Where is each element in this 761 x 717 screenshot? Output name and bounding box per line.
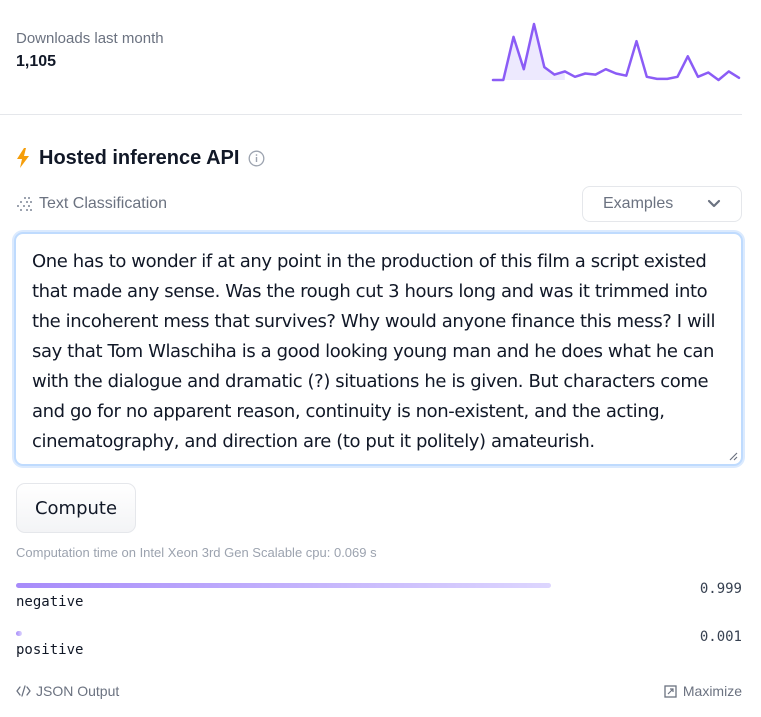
examples-dropdown[interactable]: Examples bbox=[582, 186, 742, 222]
result-label: positive bbox=[16, 642, 84, 658]
lightning-bolt-icon bbox=[17, 148, 29, 168]
info-icon[interactable] bbox=[248, 150, 265, 167]
chevron-down-icon bbox=[707, 199, 721, 208]
result-score: 0.001 bbox=[699, 629, 742, 645]
examples-label: Examples bbox=[603, 195, 674, 212]
task-label: Text Classification bbox=[39, 195, 168, 212]
compute-button[interactable]: Compute bbox=[16, 483, 136, 533]
section-divider bbox=[0, 114, 742, 115]
code-icon bbox=[16, 685, 31, 697]
downloads-section: Downloads last month 1,105 bbox=[16, 30, 164, 71]
input-text: One has to wonder if at any point in the… bbox=[32, 251, 716, 452]
computation-time: Computation time on Intel Xeon 3rd Gen S… bbox=[16, 545, 377, 560]
inference-api-title: Hosted inference API bbox=[39, 146, 240, 169]
result-row-negative: negative 0.999 bbox=[16, 581, 742, 610]
input-textarea[interactable]: One has to wonder if at any point in the… bbox=[14, 232, 743, 466]
score-bar bbox=[16, 631, 22, 636]
maximize-icon bbox=[664, 684, 677, 698]
json-output-link[interactable]: JSON Output bbox=[16, 683, 119, 699]
score-bar bbox=[16, 583, 552, 588]
downloads-sparkline bbox=[491, 22, 741, 82]
maximize-label: Maximize bbox=[682, 683, 742, 699]
text-classification-icon bbox=[17, 196, 32, 211]
task-type: Text Classification bbox=[16, 194, 167, 214]
json-output-label: JSON Output bbox=[36, 683, 120, 699]
downloads-count: 1,105 bbox=[16, 53, 57, 70]
inference-api-header: Hosted inference API bbox=[16, 145, 265, 171]
downloads-label: Downloads last month bbox=[16, 30, 164, 47]
result-row-positive: positive 0.001 bbox=[16, 629, 742, 658]
resize-handle-icon[interactable] bbox=[728, 451, 738, 461]
maximize-button[interactable]: Maximize bbox=[664, 683, 742, 699]
result-score: 0.999 bbox=[699, 581, 742, 597]
result-label: negative bbox=[16, 594, 84, 610]
